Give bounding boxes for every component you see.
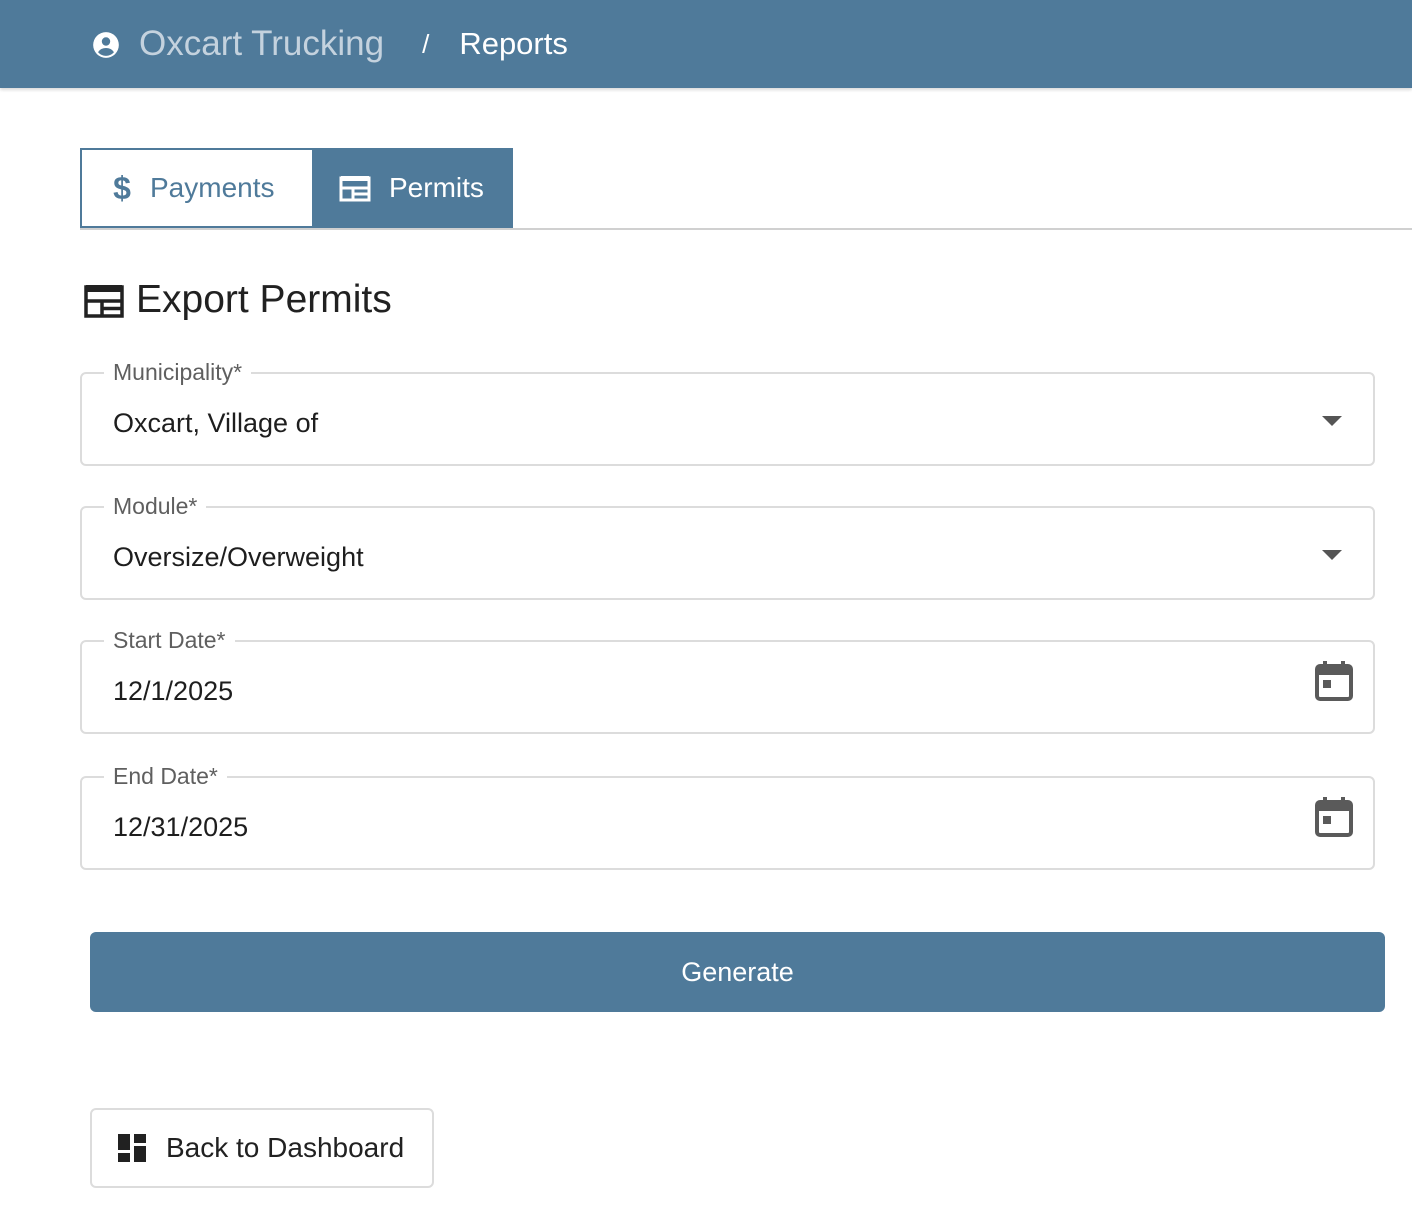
- start-date-value: 12/1/2025: [113, 675, 234, 706]
- back-to-dashboard-label: Back to Dashboard: [166, 1132, 405, 1163]
- breadcrumb-separator: /: [422, 28, 430, 59]
- svg-text:$: $: [113, 172, 131, 204]
- start-date-field[interactable]: Start Date* 12/1/2025: [80, 626, 1375, 734]
- module-select[interactable]: Module* Oversize/Overweight: [80, 492, 1375, 600]
- dashboard-icon: [118, 1134, 146, 1162]
- calendar-icon[interactable]: [1315, 660, 1353, 702]
- end-date-value: 12/31/2025: [113, 811, 249, 842]
- section-heading: Export Permits: [84, 278, 392, 322]
- end-date-field[interactable]: End Date* 12/31/2025: [80, 762, 1375, 870]
- back-to-dashboard-button[interactable]: Back to Dashboard: [90, 1108, 434, 1188]
- breadcrumb-current-page: Reports: [459, 26, 568, 61]
- chevron-down-icon[interactable]: [1322, 550, 1342, 560]
- tabs-divider: [80, 228, 1412, 230]
- tab-permits-label: Permits: [389, 172, 484, 203]
- dollar-icon: $: [113, 172, 131, 204]
- municipality-select[interactable]: Municipality* Oxcart, Village of: [80, 358, 1375, 466]
- table-icon: [339, 176, 371, 202]
- tab-payments-label: Payments: [150, 172, 275, 203]
- generate-button[interactable]: Generate: [90, 932, 1385, 1012]
- chevron-down-icon[interactable]: [1322, 416, 1342, 426]
- page-title: Export Permits: [136, 278, 392, 321]
- top-app-bar: Oxcart Trucking / Reports: [0, 0, 1412, 88]
- report-tabs: $ Payments Permits: [80, 148, 513, 228]
- table-icon: [84, 285, 124, 318]
- municipality-value: Oxcart, Village of: [113, 407, 319, 438]
- breadcrumb: Oxcart Trucking / Reports: [92, 0, 568, 88]
- breadcrumb-org-link[interactable]: Oxcart Trucking: [139, 24, 384, 64]
- module-value: Oversize/Overweight: [113, 541, 364, 572]
- tab-permits[interactable]: Permits: [312, 148, 513, 228]
- tab-payments[interactable]: $ Payments: [80, 148, 312, 228]
- calendar-icon[interactable]: [1315, 796, 1353, 838]
- account-circle-icon: [93, 32, 119, 58]
